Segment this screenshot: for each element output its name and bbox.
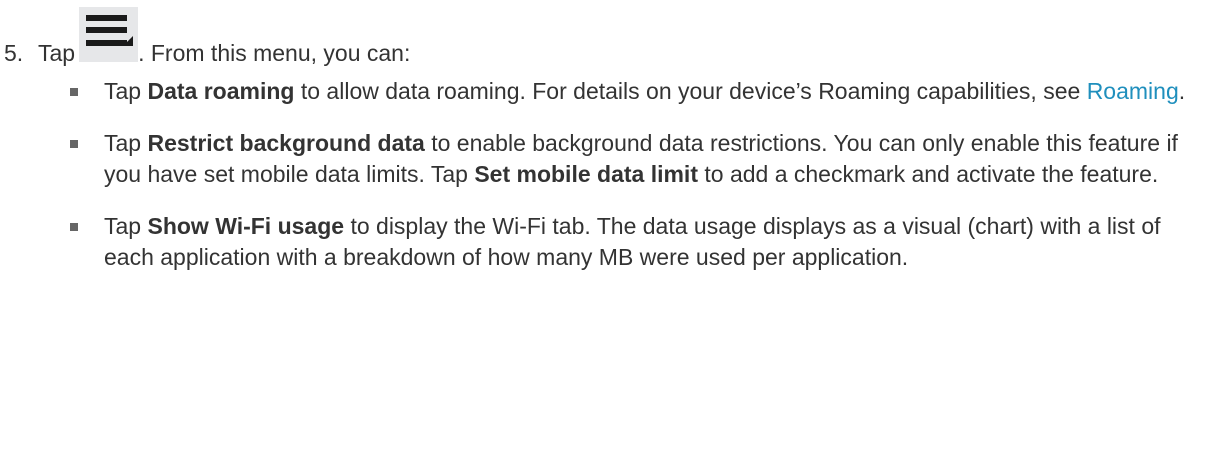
step-suffix-text: . From this menu, you can: <box>138 40 411 66</box>
step-prefix-text: Tap <box>38 40 76 66</box>
option-term: Set mobile data limit <box>474 161 698 187</box>
option-show-wifi-usage: Tap Show Wi-Fi usage to display the Wi-F… <box>70 211 1200 273</box>
bullet-marker-icon <box>70 88 78 96</box>
option-text: to allow data roaming. For details on yo… <box>294 78 1087 104</box>
option-term: Show Wi-Fi usage <box>147 213 345 239</box>
option-list: Tap Data roaming to allow data roaming. … <box>70 76 1200 294</box>
option-text: . <box>1178 78 1186 104</box>
menu-icon-bar <box>86 26 128 33</box>
roaming-link[interactable]: Roaming <box>1087 78 1179 104</box>
option-term: Data roaming <box>147 78 295 104</box>
menu-icon <box>79 6 139 62</box>
menu-icon-bar <box>86 14 128 21</box>
option-text: to add a checkmark and activate the feat… <box>697 161 1159 187</box>
option-data-roaming: Tap Data roaming to allow data roaming. … <box>70 76 1200 107</box>
option-restrict-background-data: Tap Restrict background data to enable b… <box>70 128 1200 190</box>
option-term: Restrict background data <box>147 130 425 156</box>
menu-icon-corner <box>123 35 134 46</box>
instruction-step: 5. Tap . From this menu, you can: Tap Da… <box>0 0 1217 459</box>
step-line: 5. Tap . From this menu, you can: <box>4 6 411 68</box>
option-text: Tap <box>104 213 148 239</box>
bullet-marker-icon <box>70 140 78 148</box>
option-text: Tap <box>104 78 148 104</box>
menu-icon-bar <box>86 39 128 46</box>
option-text: Tap <box>104 130 148 156</box>
bullet-marker-icon <box>70 223 78 231</box>
step-number: 5. <box>4 40 24 66</box>
